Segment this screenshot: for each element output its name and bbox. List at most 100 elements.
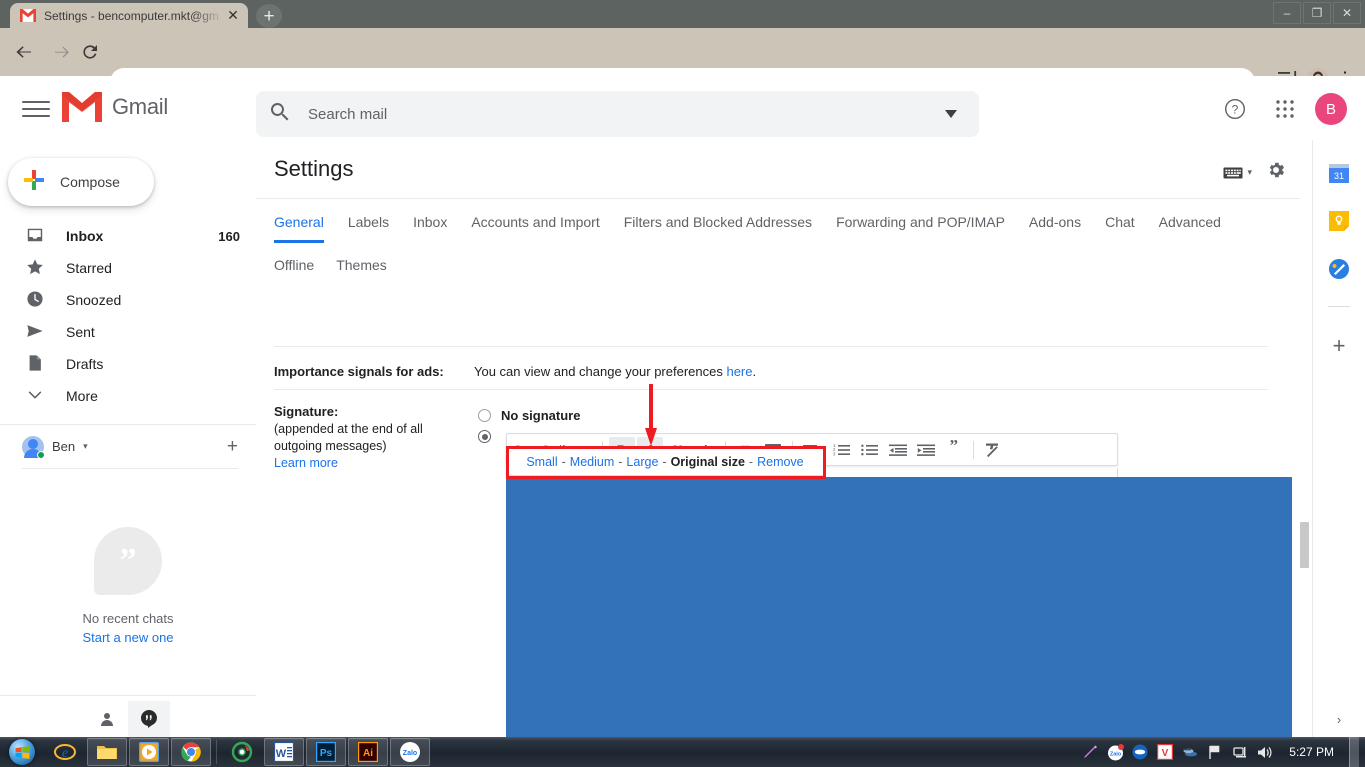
tab-add-ons[interactable]: Add-ons xyxy=(1029,208,1081,240)
gear-icon[interactable] xyxy=(1266,160,1286,185)
apps-grid-icon[interactable] xyxy=(1265,89,1305,129)
chat-user-name[interactable]: Ben xyxy=(52,439,75,454)
image-remove-link[interactable]: Remove xyxy=(757,455,804,469)
image-size-small-link[interactable]: Small xyxy=(526,455,557,469)
reload-button[interactable] xyxy=(76,38,104,66)
browser-tab-title: Settings - bencomputer.mkt@gm xyxy=(44,8,219,23)
show-desktop-button[interactable] xyxy=(1349,737,1359,767)
signature-editor-radio[interactable] xyxy=(478,430,491,443)
bulleted-list-button[interactable] xyxy=(857,437,883,463)
indent-less-button[interactable] xyxy=(885,437,911,463)
unikey-icon[interactable] xyxy=(1131,743,1149,761)
section-divider-1 xyxy=(274,346,1268,347)
account-avatar[interactable]: B xyxy=(1315,93,1347,125)
search-options-caret-icon[interactable] xyxy=(937,110,965,118)
google-tasks-icon[interactable] xyxy=(1328,258,1350,280)
compose-button[interactable]: Compose xyxy=(8,158,154,206)
minimize-icon[interactable]: – xyxy=(1273,2,1301,24)
file-explorer-icon[interactable] xyxy=(87,738,127,766)
tab-general[interactable]: General xyxy=(274,208,324,243)
remove-formatting-button[interactable] xyxy=(980,437,1006,463)
expand-rail-button[interactable]: › xyxy=(1337,712,1341,727)
separator: - xyxy=(662,455,667,469)
main-menu-icon[interactable] xyxy=(22,96,50,120)
sidebar-item-label: Starred xyxy=(66,260,112,276)
numbered-list-button[interactable]: 123 xyxy=(829,437,855,463)
taskbar-clock[interactable]: 5:27 PM xyxy=(1281,745,1342,759)
teamviewer-icon[interactable] xyxy=(1181,743,1199,761)
search-mail-bar[interactable] xyxy=(256,91,979,137)
action-center-icon[interactable] xyxy=(1206,743,1224,761)
image-size-original-label: Original size xyxy=(670,455,745,469)
signature-label-text: Signature: xyxy=(274,404,339,419)
tab-forwarding-and-pop-imap[interactable]: Forwarding and POP/IMAP xyxy=(836,208,1005,240)
no-signature-option[interactable]: No signature xyxy=(478,408,580,423)
v-app-icon[interactable]: V xyxy=(1156,743,1174,761)
browser-tab[interactable]: Settings - bencomputer.mkt@gm ✕ xyxy=(10,3,248,28)
close-icon[interactable]: ✕ xyxy=(224,7,242,25)
media-player-icon[interactable] xyxy=(129,738,169,766)
tab-themes[interactable]: Themes xyxy=(336,251,387,283)
zalo-icon[interactable]: Zalo xyxy=(390,738,430,766)
sidebar-item-more[interactable]: More xyxy=(0,380,256,412)
no-signature-radio[interactable] xyxy=(478,409,491,422)
illustrator-icon[interactable]: Ai xyxy=(348,738,388,766)
google-chrome-icon[interactable] xyxy=(171,738,211,766)
gmail-logo[interactable]: Gmail xyxy=(62,92,168,122)
volume-icon[interactable] xyxy=(1256,743,1274,761)
google-calendar-icon[interactable]: 31 xyxy=(1328,162,1350,184)
zalo-tray-icon[interactable]: Zalo xyxy=(1106,743,1124,761)
signature-editor-option[interactable] xyxy=(478,430,491,448)
gmail-header-actions: ? B xyxy=(1215,89,1347,129)
keyboard-shortcuts-button[interactable]: ▾ xyxy=(1223,166,1252,180)
photoshop-icon[interactable]: Ps xyxy=(306,738,346,766)
image-size-large-link[interactable]: Large xyxy=(626,455,658,469)
svg-text:W: W xyxy=(276,748,287,760)
google-keep-icon[interactable] xyxy=(1328,210,1350,232)
quote-button[interactable]: ” xyxy=(941,437,967,463)
disc-burner-icon[interactable] xyxy=(222,738,262,766)
person-icon[interactable] xyxy=(86,701,128,737)
windows-start-button[interactable] xyxy=(0,737,44,767)
signature-scrollbar-track[interactable] xyxy=(1298,468,1310,737)
tab-filters-and-blocked-addresses[interactable]: Filters and Blocked Addresses xyxy=(624,208,812,240)
tab-offline[interactable]: Offline xyxy=(274,251,314,283)
image-size-popup[interactable]: Small - Medium - Large - Original size -… xyxy=(506,448,824,476)
hangouts-icon[interactable] xyxy=(128,701,170,737)
start-new-chat-link[interactable]: Start a new one xyxy=(0,630,256,645)
window-close-icon[interactable]: ✕ xyxy=(1333,2,1361,24)
chat-avatar xyxy=(22,435,45,459)
tab-advanced[interactable]: Advanced xyxy=(1159,208,1221,240)
signature-image[interactable] xyxy=(506,477,1292,737)
back-button[interactable] xyxy=(10,38,38,66)
pen-icon[interactable] xyxy=(1081,743,1099,761)
importance-here-link[interactable]: here xyxy=(726,364,752,379)
tab-chat[interactable]: Chat xyxy=(1105,208,1135,240)
new-tab-button[interactable]: + xyxy=(256,4,282,28)
sidebar-item-drafts[interactable]: Drafts xyxy=(0,348,256,380)
indent-more-button[interactable] xyxy=(913,437,939,463)
search-input[interactable] xyxy=(290,105,937,123)
tab-inbox[interactable]: Inbox xyxy=(413,208,447,240)
network-icon[interactable] xyxy=(1231,743,1249,761)
chevron-down-icon[interactable]: ▾ xyxy=(83,441,88,452)
sidebar-item-inbox[interactable]: Inbox 160 xyxy=(0,220,256,252)
signature-learn-more-link[interactable]: Learn more xyxy=(274,455,474,472)
maximize-icon[interactable]: ❐ xyxy=(1303,2,1331,24)
sidebar-item-sent[interactable]: Sent xyxy=(0,316,256,348)
sidebar-item-starred[interactable]: Starred xyxy=(0,252,256,284)
settings-header-tools: ▾ xyxy=(1223,160,1286,185)
sidebar-item-snoozed[interactable]: Snoozed xyxy=(0,284,256,316)
tab-accounts-and-import[interactable]: Accounts and Import xyxy=(471,208,599,240)
add-app-button[interactable]: + xyxy=(1333,333,1346,359)
tab-labels[interactable]: Labels xyxy=(348,208,389,240)
internet-explorer-icon[interactable]: e xyxy=(45,738,85,766)
forward-button[interactable] xyxy=(48,38,76,66)
gmail-logo-icon xyxy=(62,92,102,122)
microsoft-word-icon[interactable]: W xyxy=(264,738,304,766)
signature-scrollbar-thumb[interactable] xyxy=(1300,522,1309,568)
help-icon[interactable]: ? xyxy=(1215,89,1255,129)
image-size-medium-link[interactable]: Medium xyxy=(570,455,614,469)
add-chat-button[interactable]: + xyxy=(227,436,238,458)
importance-signals-label: Importance signals for ads: xyxy=(274,364,474,379)
